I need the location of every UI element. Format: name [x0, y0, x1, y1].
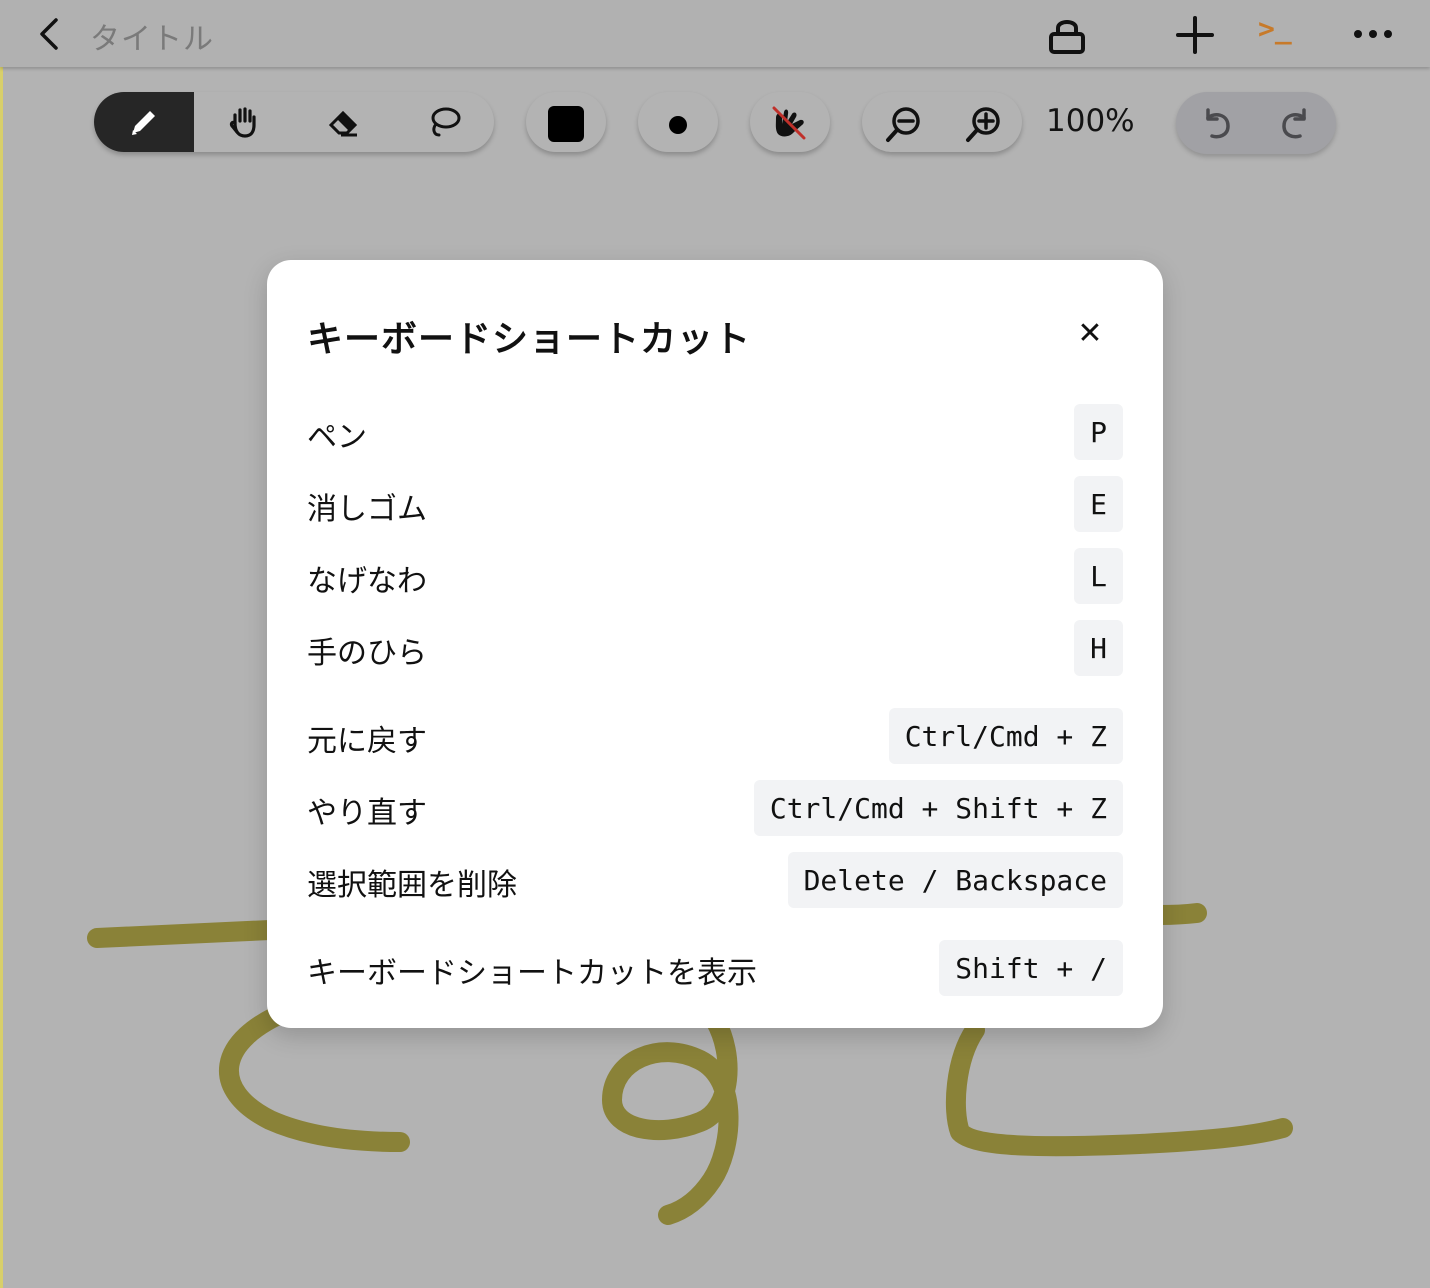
close-icon[interactable]: ✕ [1075, 316, 1105, 351]
shortcut-label: ペン [307, 420, 367, 455]
shortcut-label: なげなわ [307, 564, 427, 599]
pen-tool-button[interactable] [94, 92, 194, 152]
stroke-dash [87, 920, 280, 948]
stroke-ku [218, 1000, 410, 1152]
zoom-level: 100% [1046, 103, 1135, 139]
history-group [1176, 92, 1336, 154]
shortcut-key: E [1074, 476, 1123, 532]
stroke-size-button[interactable] [638, 92, 718, 152]
lock-icon[interactable] [1046, 16, 1088, 56]
redo-icon[interactable] [1276, 104, 1316, 144]
undo-icon[interactable] [1196, 104, 1236, 144]
stroke-su [602, 1010, 739, 1225]
shortcut-key: H [1074, 620, 1123, 676]
shortcut-label: 選択範囲を削除 [307, 868, 517, 903]
shortcut-label: 元に戻す [307, 724, 427, 759]
shortcuts-dialog: キーボードショートカット ✕ ペン P 消しゴム E なげなわ L 手のひら H… [267, 260, 1163, 1028]
color-button[interactable] [526, 92, 606, 152]
top-bar: タイトル >_ [0, 0, 1430, 67]
shortcut-key: L [1074, 548, 1123, 604]
lasso-tool-button[interactable] [394, 92, 494, 152]
palm-rejection-off-icon [772, 106, 806, 140]
palm-rejection-button[interactable] [750, 92, 830, 152]
more-icon[interactable] [1352, 22, 1394, 46]
eraser-icon [328, 110, 358, 137]
shortcut-row-delete: 選択範囲を削除 Delete / Backspace [307, 852, 1123, 908]
back-icon[interactable] [34, 16, 64, 52]
shortcut-row-hand: 手のひら H [307, 620, 1123, 676]
zoom-in-icon[interactable] [964, 104, 1004, 144]
add-icon[interactable] [1174, 14, 1216, 56]
shortcut-key: Shift + / [939, 940, 1123, 996]
shortcut-label: やり直す [307, 796, 427, 831]
shortcut-key: Delete / Backspace [787, 852, 1123, 908]
pen-icon [132, 111, 155, 135]
color-swatch-icon [548, 106, 584, 142]
shortcut-key: Ctrl/Cmd + Shift + Z [753, 780, 1123, 836]
shortcut-label: 消しゴム [307, 492, 427, 527]
hand-icon [229, 107, 256, 138]
shortcut-row-redo: やり直す Ctrl/Cmd + Shift + Z [307, 780, 1123, 836]
tool-group [94, 92, 494, 152]
shortcut-row-undo: 元に戻す Ctrl/Cmd + Z [307, 708, 1123, 764]
eraser-tool-button[interactable] [294, 92, 394, 152]
zoom-group [862, 92, 1022, 152]
zoom-out-icon[interactable] [884, 104, 924, 144]
shortcut-key: P [1074, 404, 1123, 460]
shortcut-row-lasso: なげなわ L [307, 548, 1123, 604]
shortcut-row-eraser: 消しゴム E [307, 476, 1123, 532]
shortcut-row-pen: ペン P [307, 404, 1123, 460]
shortcut-row-show-shortcuts: キーボードショートカットを表示 Shift + / [307, 940, 1123, 996]
stroke-size-icon [669, 116, 687, 134]
dialog-title: キーボードショートカット [307, 319, 752, 360]
terminal-icon[interactable]: >_ [1258, 12, 1292, 45]
lasso-icon [431, 107, 461, 137]
shortcut-label: キーボードショートカットを表示 [307, 956, 757, 991]
stroke-ni [945, 1020, 1293, 1157]
document-title[interactable]: タイトル [90, 14, 214, 58]
hand-tool-button[interactable] [194, 92, 294, 152]
shortcut-key: Ctrl/Cmd + Z [888, 708, 1123, 764]
shortcut-label: 手のひら [307, 636, 427, 671]
stroke-to [1150, 903, 1207, 925]
